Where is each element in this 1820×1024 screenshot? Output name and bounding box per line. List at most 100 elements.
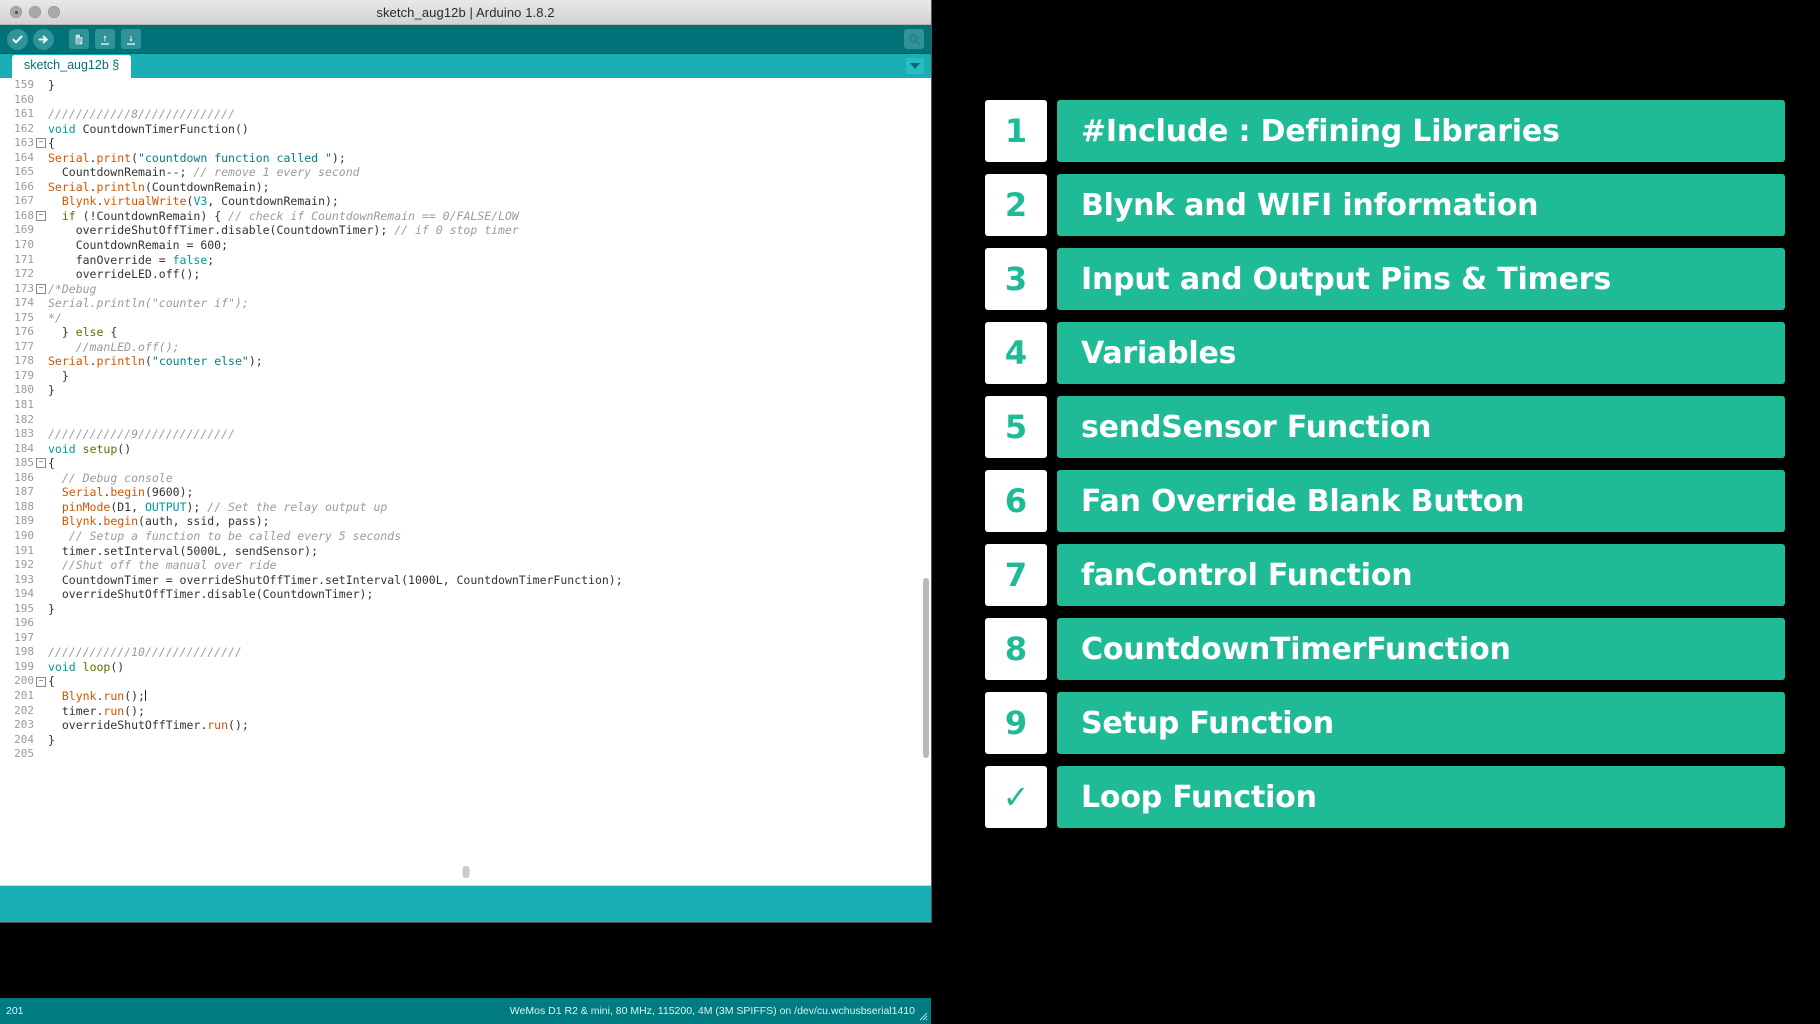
close-button[interactable] <box>10 6 22 18</box>
code-text: Serial.println(CountdownRemain); <box>48 179 270 194</box>
screen-root: sketch_aug12b | Arduino 1.8.2 sketch_aug… <box>0 0 1820 1024</box>
resize-grip-icon[interactable] <box>919 1012 928 1021</box>
fold-toggle-icon[interactable]: − <box>36 282 46 297</box>
open-button[interactable] <box>94 28 116 50</box>
minimize-button[interactable] <box>29 6 41 18</box>
fold-toggle-icon[interactable]: − <box>36 456 46 471</box>
agenda-item[interactable]: 1 #Include : Defining Libraries <box>985 100 1785 162</box>
editor-resize-grip[interactable] <box>462 866 469 878</box>
code-text: overrideShutOffTimer.run(); <box>48 718 249 733</box>
fold-toggle-icon[interactable]: − <box>36 674 46 689</box>
line-number: 195 <box>0 601 36 617</box>
status-line-number: 201 <box>6 1005 24 1017</box>
agenda-item[interactable]: 3 Input and Output Pins & Timers <box>985 248 1785 310</box>
line-number: 205 <box>0 747 36 762</box>
code-line: 164 Serial.print("countdown function call… <box>0 150 931 166</box>
agenda-item[interactable]: 6 Fan Override Blank Button <box>985 470 1785 532</box>
tab-menu-button[interactable] <box>906 58 924 74</box>
agenda-item-label: Variables <box>1057 322 1785 384</box>
agenda-item-number: 9 <box>985 692 1047 754</box>
code-editor[interactable]: 159} 160 161////////////8//////////////162… <box>0 78 931 885</box>
line-number: 176 <box>0 325 36 340</box>
fold-toggle-icon[interactable]: − <box>36 209 46 224</box>
code-line: 178 Serial.println("counter else"); <box>0 354 931 369</box>
line-number: 204 <box>0 732 36 748</box>
code-line: 175 */ <box>0 310 931 326</box>
code-text: overrideShutOffTimer.disable(CountdownTi… <box>48 587 374 602</box>
agenda-item[interactable]: 4 Variables <box>985 322 1785 384</box>
code-text: void CountdownTimerFunction() <box>48 121 249 136</box>
line-number: 186 <box>0 470 36 486</box>
agenda-item-number: 5 <box>985 396 1047 458</box>
line-number: 177 <box>0 339 36 355</box>
agenda-item[interactable]: 2 Blynk and WIFI information <box>985 174 1785 236</box>
check-icon <box>6 28 28 50</box>
code-line: 196 <box>0 616 931 631</box>
line-number: 202 <box>0 703 36 719</box>
code-text: void setup() <box>48 441 132 456</box>
code-line: 176 } else { <box>0 325 931 340</box>
agenda-item[interactable]: 9 Setup Function <box>985 692 1785 754</box>
code-line: 197 <box>0 630 931 646</box>
code-text: */ <box>48 310 62 325</box>
line-number: 184 <box>0 441 36 457</box>
line-number: 191 <box>0 543 36 559</box>
agenda-item[interactable]: ✓ Loop Function <box>985 766 1785 828</box>
agenda-item-number: 6 <box>985 470 1047 532</box>
line-number: 190 <box>0 528 36 544</box>
serial-monitor-button[interactable] <box>903 28 925 50</box>
zoom-button[interactable] <box>48 6 60 18</box>
agenda-item-label: Setup Function <box>1057 692 1785 754</box>
fold-toggle-icon[interactable]: − <box>36 136 46 151</box>
code-text: } <box>48 383 55 398</box>
line-number: 161 <box>0 107 36 122</box>
save-button[interactable] <box>120 28 142 50</box>
code-line: 201 Blynk.run(); <box>0 688 931 704</box>
console-panel <box>0 885 931 922</box>
code-line: 166 Serial.println(CountdownRemain); <box>0 179 931 195</box>
code-line: 192 //Shut off the manual over ride <box>0 558 931 573</box>
line-number: 199 <box>0 659 36 675</box>
agenda-item-number: 8 <box>985 618 1047 680</box>
agenda-item[interactable]: 5 sendSensor Function <box>985 396 1785 458</box>
code-text: if (!CountdownRemain) { // check if Coun… <box>61 208 519 223</box>
agenda-item[interactable]: 7 fanControl Function <box>985 544 1785 606</box>
editor-vertical-scrollbar[interactable] <box>923 578 929 758</box>
code-text: } <box>48 601 55 616</box>
status-board-info: WeMos D1 R2 & mini, 80 MHz, 115200, 4M (… <box>509 1005 915 1017</box>
line-number: 196 <box>0 616 36 631</box>
code-text: { <box>48 674 55 689</box>
agenda-item[interactable]: 8 CountdownTimerFunction <box>985 618 1785 680</box>
code-line: 185−{ <box>0 456 931 471</box>
new-button[interactable] <box>68 28 90 50</box>
code-text: ////////////10////////////// <box>48 645 242 660</box>
code-line: 165 CountdownRemain--; // remove 1 every… <box>0 165 931 180</box>
line-number: 193 <box>0 572 36 588</box>
code-text: CountdownTimer = overrideShutOffTimer.se… <box>48 572 623 587</box>
arrow-right-icon <box>32 28 54 50</box>
verify-button[interactable] <box>6 28 28 50</box>
code-text: Serial.println("counter if"); <box>48 296 249 311</box>
magnifier-icon <box>904 29 924 49</box>
code-line: 194 overrideShutOffTimer.disable(Countdo… <box>0 587 931 602</box>
line-number: 167 <box>0 194 36 209</box>
window-controls[interactable] <box>0 6 60 18</box>
tab-sketch-aug12b[interactable]: sketch_aug12b § <box>12 55 132 78</box>
upload-button[interactable] <box>32 28 54 50</box>
arduino-ide-window: sketch_aug12b | Arduino 1.8.2 sketch_aug… <box>0 0 931 922</box>
code-line: 188 pinMode(D1, OUTPUT); // Set the rela… <box>0 499 931 515</box>
code-text: { <box>48 456 55 471</box>
line-number: 192 <box>0 558 36 573</box>
